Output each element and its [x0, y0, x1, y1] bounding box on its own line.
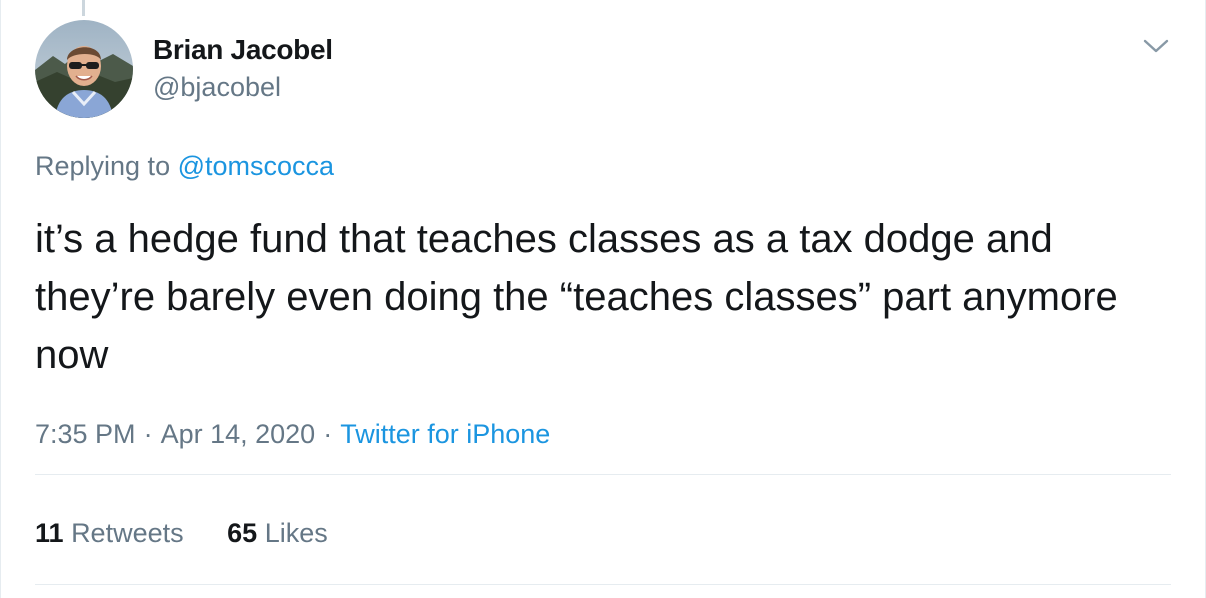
- tweet-card: Brian Jacobel @bjacobel Replying to @tom…: [0, 0, 1206, 598]
- likes-count: 65: [227, 518, 258, 548]
- tweet-source-link[interactable]: Twitter for iPhone: [340, 419, 550, 449]
- likes-label: Likes: [264, 518, 328, 548]
- divider: [35, 474, 1171, 475]
- tweet-menu-button[interactable]: [1141, 34, 1171, 58]
- tweet-date[interactable]: Apr 14, 2020: [161, 419, 316, 449]
- author-display-name[interactable]: Brian Jacobel: [153, 34, 333, 66]
- retweets-stat[interactable]: 11 Retweets: [35, 518, 184, 548]
- author-handle[interactable]: @bjacobel: [153, 72, 281, 103]
- divider: [35, 584, 1171, 585]
- retweets-label: Retweets: [71, 518, 184, 548]
- replying-to-label: Replying to: [35, 151, 171, 181]
- tweet-time[interactable]: 7:35 PM: [35, 419, 136, 449]
- avatar[interactable]: [35, 20, 133, 118]
- thread-connector-line: [82, 0, 85, 16]
- tweet-stats: 11 Retweets 65 Likes: [35, 518, 364, 549]
- meta-separator: ·: [323, 419, 333, 449]
- retweets-count: 11: [35, 518, 64, 548]
- chevron-down-icon: [1143, 39, 1169, 53]
- reply-to-handle-link[interactable]: @tomscocca: [178, 151, 334, 181]
- tweet-text: it’s a hedge fund that teaches classes a…: [35, 217, 1118, 377]
- likes-stat[interactable]: 65 Likes: [227, 518, 328, 548]
- replying-to: Replying to @tomscocca: [35, 151, 334, 182]
- meta-separator: ·: [143, 419, 153, 449]
- avatar-photo-icon: [35, 20, 133, 118]
- tweet-metadata: 7:35 PM · Apr 14, 2020 · Twitter for iPhone: [35, 419, 550, 450]
